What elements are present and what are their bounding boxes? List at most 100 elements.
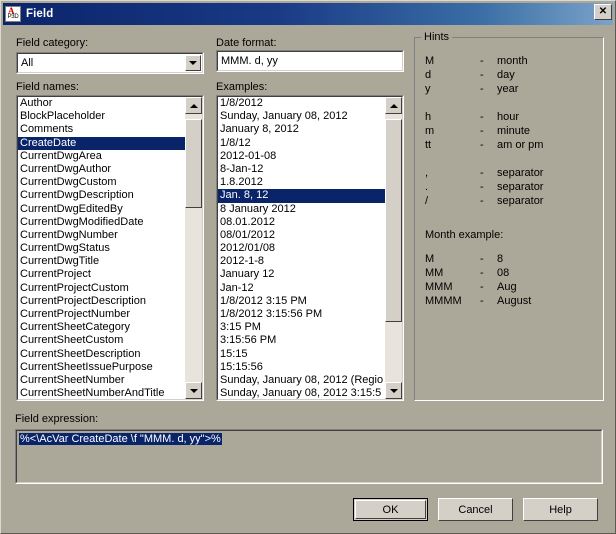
ok-button[interactable]: OK xyxy=(353,498,428,521)
field-names-item[interactable]: CurrentProject xyxy=(18,268,185,281)
field-names-item[interactable]: CurrentDwgArea xyxy=(18,150,185,163)
examples-item[interactable]: January 8, 2012 xyxy=(218,123,385,136)
examples-item[interactable]: 2012-01-08 xyxy=(218,150,385,163)
field-names-item[interactable]: CurrentSheetNumberAndTitle xyxy=(18,387,185,399)
field-names-item[interactable]: CurrentSheetNumber xyxy=(18,374,185,387)
field-names-rows[interactable]: Author BlockPlaceholder Comments CreateDate… xyxy=(18,97,185,399)
examples-item[interactable]: 1/8/2012 3:15:56 PM xyxy=(218,308,385,321)
examples-item[interactable]: 8 January 2012 xyxy=(218,203,385,216)
hint-dash: - xyxy=(480,111,484,123)
examples-item[interactable]: 8-Jan-12 xyxy=(218,163,385,176)
help-button-label: Help xyxy=(549,503,572,516)
field-names-item[interactable]: Comments xyxy=(18,123,185,136)
hint-value: month xyxy=(497,55,528,67)
examples-item[interactable]: 15:15:56 xyxy=(218,361,385,374)
label-field-expression: Field expression: xyxy=(15,413,99,425)
hint-dash: - xyxy=(480,83,484,95)
field-names-item[interactable]: Author xyxy=(18,97,185,110)
month-key: MMMM xyxy=(425,295,462,307)
hint-key: / xyxy=(425,195,429,207)
field-names-item[interactable]: CurrentDwgStatus xyxy=(18,242,185,255)
field-names-scroll-track[interactable] xyxy=(185,114,202,382)
examples-item[interactable]: Sunday, January 08, 2012 xyxy=(218,110,385,123)
examples-scroll-track[interactable] xyxy=(385,114,402,382)
scroll-up-icon[interactable] xyxy=(385,97,402,114)
hint-key: , xyxy=(425,167,429,179)
examples-item[interactable]: 1/8/2012 xyxy=(218,97,385,110)
field-dialog: A P3D Field ✕ Field category: All Field … xyxy=(0,0,616,534)
examples-item[interactable]: 3:15 PM xyxy=(218,321,385,334)
cancel-button[interactable]: Cancel xyxy=(438,498,513,521)
examples-listbox[interactable]: 1/8/2012 Sunday, January 08, 2012 January … xyxy=(216,95,404,401)
hint-value: am or pm xyxy=(497,139,544,151)
date-format-input[interactable]: MMM. d, yy xyxy=(216,50,404,72)
field-names-item[interactable]: CurrentDwgNumber xyxy=(18,229,185,242)
scroll-down-glyph xyxy=(189,388,198,393)
field-names-item[interactable]: CurrentSheetCategory xyxy=(18,321,185,334)
close-icon[interactable]: ✕ xyxy=(594,4,612,20)
scroll-up-icon[interactable] xyxy=(185,97,202,114)
examples-item[interactable]: Jan-12 xyxy=(218,282,385,295)
field-expression-box[interactable]: %<\AcVar CreateDate \f "MMM. d, yy">% xyxy=(15,429,603,484)
field-category-combobox[interactable]: All xyxy=(16,52,204,74)
field-names-item[interactable]: CurrentDwgModifiedDate xyxy=(18,216,185,229)
scroll-down-icon[interactable] xyxy=(385,382,402,399)
examples-scroll-thumb[interactable] xyxy=(385,119,402,322)
examples-item[interactable]: Sunday, January 08, 2012 3:15:5 xyxy=(218,387,385,399)
field-category-value: All xyxy=(21,57,34,69)
month-key: MMM xyxy=(425,281,453,293)
field-names-item[interactable]: CurrentDwgTitle xyxy=(18,255,185,268)
field-names-item[interactable]: CurrentSheetDescription xyxy=(18,348,185,361)
help-button[interactable]: Help xyxy=(523,498,598,521)
field-names-item[interactable]: CurrentProjectDescription xyxy=(18,295,185,308)
chevron-down-glyph xyxy=(189,61,197,65)
hint-key: h xyxy=(425,111,432,123)
field-names-item[interactable]: CurrentDwgEditedBy xyxy=(18,203,185,216)
title-bar[interactable]: A P3D Field xyxy=(3,3,613,25)
examples-item[interactable]: 15:15 xyxy=(218,348,385,361)
date-format-value: MMM. d, yy xyxy=(221,55,278,67)
examples-item[interactable]: 1/8/12 xyxy=(218,137,385,150)
field-names-scroll-thumb[interactable] xyxy=(185,119,202,208)
examples-item[interactable]: 3:15:56 PM xyxy=(218,334,385,347)
hint-value: year xyxy=(497,83,519,95)
hint-key: M xyxy=(425,55,435,67)
scroll-down-icon[interactable] xyxy=(185,382,202,399)
examples-item[interactable]: 2012-1-8 xyxy=(218,255,385,268)
hint-key: . xyxy=(425,181,429,193)
field-names-item[interactable]: CurrentDwgAuthor xyxy=(18,163,185,176)
ok-button-label: OK xyxy=(355,500,426,519)
month-dash: - xyxy=(480,267,484,279)
hint-dash: - xyxy=(480,195,484,207)
chevron-down-icon[interactable] xyxy=(185,55,201,71)
hints-groupbox-legend: Hints xyxy=(421,31,453,43)
examples-item[interactable]: Sunday, January 08, 2012 (Regio xyxy=(218,374,385,387)
field-names-item[interactable]: CreateDate xyxy=(18,136,185,150)
field-names-item[interactable]: CurrentProjectCustom xyxy=(18,282,185,295)
examples-item[interactable]: 2012/01/08 xyxy=(218,242,385,255)
field-names-item[interactable]: CurrentDwgDescription xyxy=(18,189,185,202)
field-names-item[interactable]: CurrentDwgCustom xyxy=(18,176,185,189)
hint-dash: - xyxy=(480,167,484,179)
examples-scrollbar[interactable] xyxy=(385,97,402,399)
examples-item[interactable]: January 12 xyxy=(218,268,385,281)
month-key: M xyxy=(425,253,435,265)
field-names-item[interactable]: CurrentProjectNumber xyxy=(18,308,185,321)
examples-item[interactable]: Jan. 8, 12 xyxy=(218,189,385,203)
field-names-item[interactable]: CurrentSheetIssuePurpose xyxy=(18,361,185,374)
examples-item[interactable]: 08/01/2012 xyxy=(218,229,385,242)
examples-rows[interactable]: 1/8/2012 Sunday, January 08, 2012 January … xyxy=(218,97,385,399)
examples-item[interactable]: 1.8.2012 xyxy=(218,176,385,189)
field-names-scrollbar[interactable] xyxy=(185,97,202,399)
field-names-listbox[interactable]: Author BlockPlaceholder Comments CreateDate… xyxy=(16,95,204,401)
hint-dash: - xyxy=(480,55,484,67)
examples-item[interactable]: 1/8/2012 3:15 PM xyxy=(218,295,385,308)
hint-value: separator xyxy=(497,181,544,193)
month-value: August xyxy=(497,295,532,307)
field-category-combobox-inner: All xyxy=(17,53,203,73)
month-example-title: Month example: xyxy=(425,229,504,241)
field-names-item[interactable]: CurrentSheetCustom xyxy=(18,334,185,347)
field-names-item[interactable]: BlockPlaceholder xyxy=(18,110,185,123)
examples-item[interactable]: 08.01.2012 xyxy=(218,216,385,229)
hint-value: hour xyxy=(497,111,520,123)
